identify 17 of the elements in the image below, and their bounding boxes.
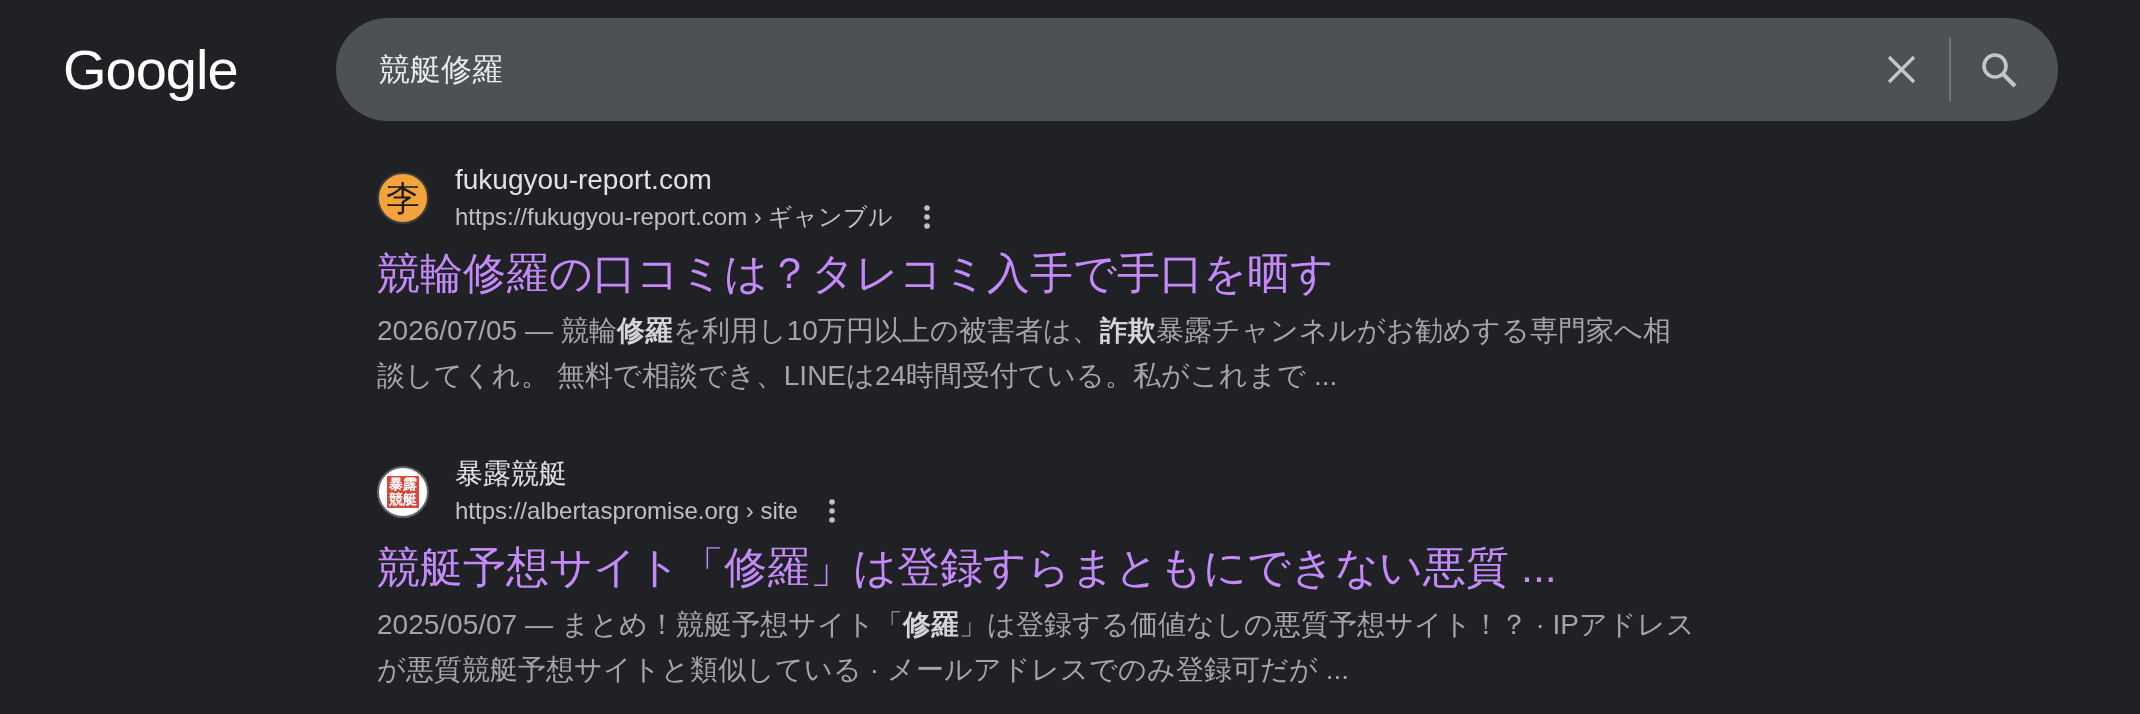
result-url[interactable]: https://albertaspromise.org › site [455, 492, 798, 529]
search-input[interactable]: 競艇修羅 [379, 47, 1879, 92]
site-name[interactable]: 暴露競艇 [455, 455, 567, 492]
result-snippet: 2025/05/07 — まとめ！競艇予想サイト「修羅」は登録する価値なしの悪質予想サイト！？ · IPアドレスが悪質競艇予想サイトと類似している · メールアドレスでのみ登録可だが ... [377, 608, 1697, 687]
result-title-link[interactable]: 競輪修羅の口コミは？タレコミ入手で手口を晒す [377, 245, 1334, 301]
result-url[interactable]: https://fukugyou-report.com › ギャンブル [455, 198, 894, 235]
site-favicon: 李 [377, 172, 429, 224]
vertical-dots-icon [828, 498, 835, 523]
site-favicon: 暴露競艇 [377, 466, 429, 518]
site-logo[interactable]: Google [63, 37, 238, 102]
search-icon [1981, 51, 2017, 88]
result-snippet: 2026/07/05 — 競輪修羅を利用し10万円以上の被害者は、詐欺暴露チャンネルがお勧めする専門家へ相談してくれ。 無料で相談でき、LINEは24時間受付ている。私がこれまで ... [377, 314, 1672, 393]
search-bar[interactable]: 競艇修羅 [336, 18, 2058, 121]
close-icon [1886, 55, 1916, 84]
result-title-link[interactable]: 競艇予想サイト「修羅」は登録すらまともにできない悪質 ... [377, 539, 1557, 595]
vertical-dots-icon [924, 204, 931, 229]
site-name[interactable]: fukugyou-report.com [455, 161, 712, 198]
